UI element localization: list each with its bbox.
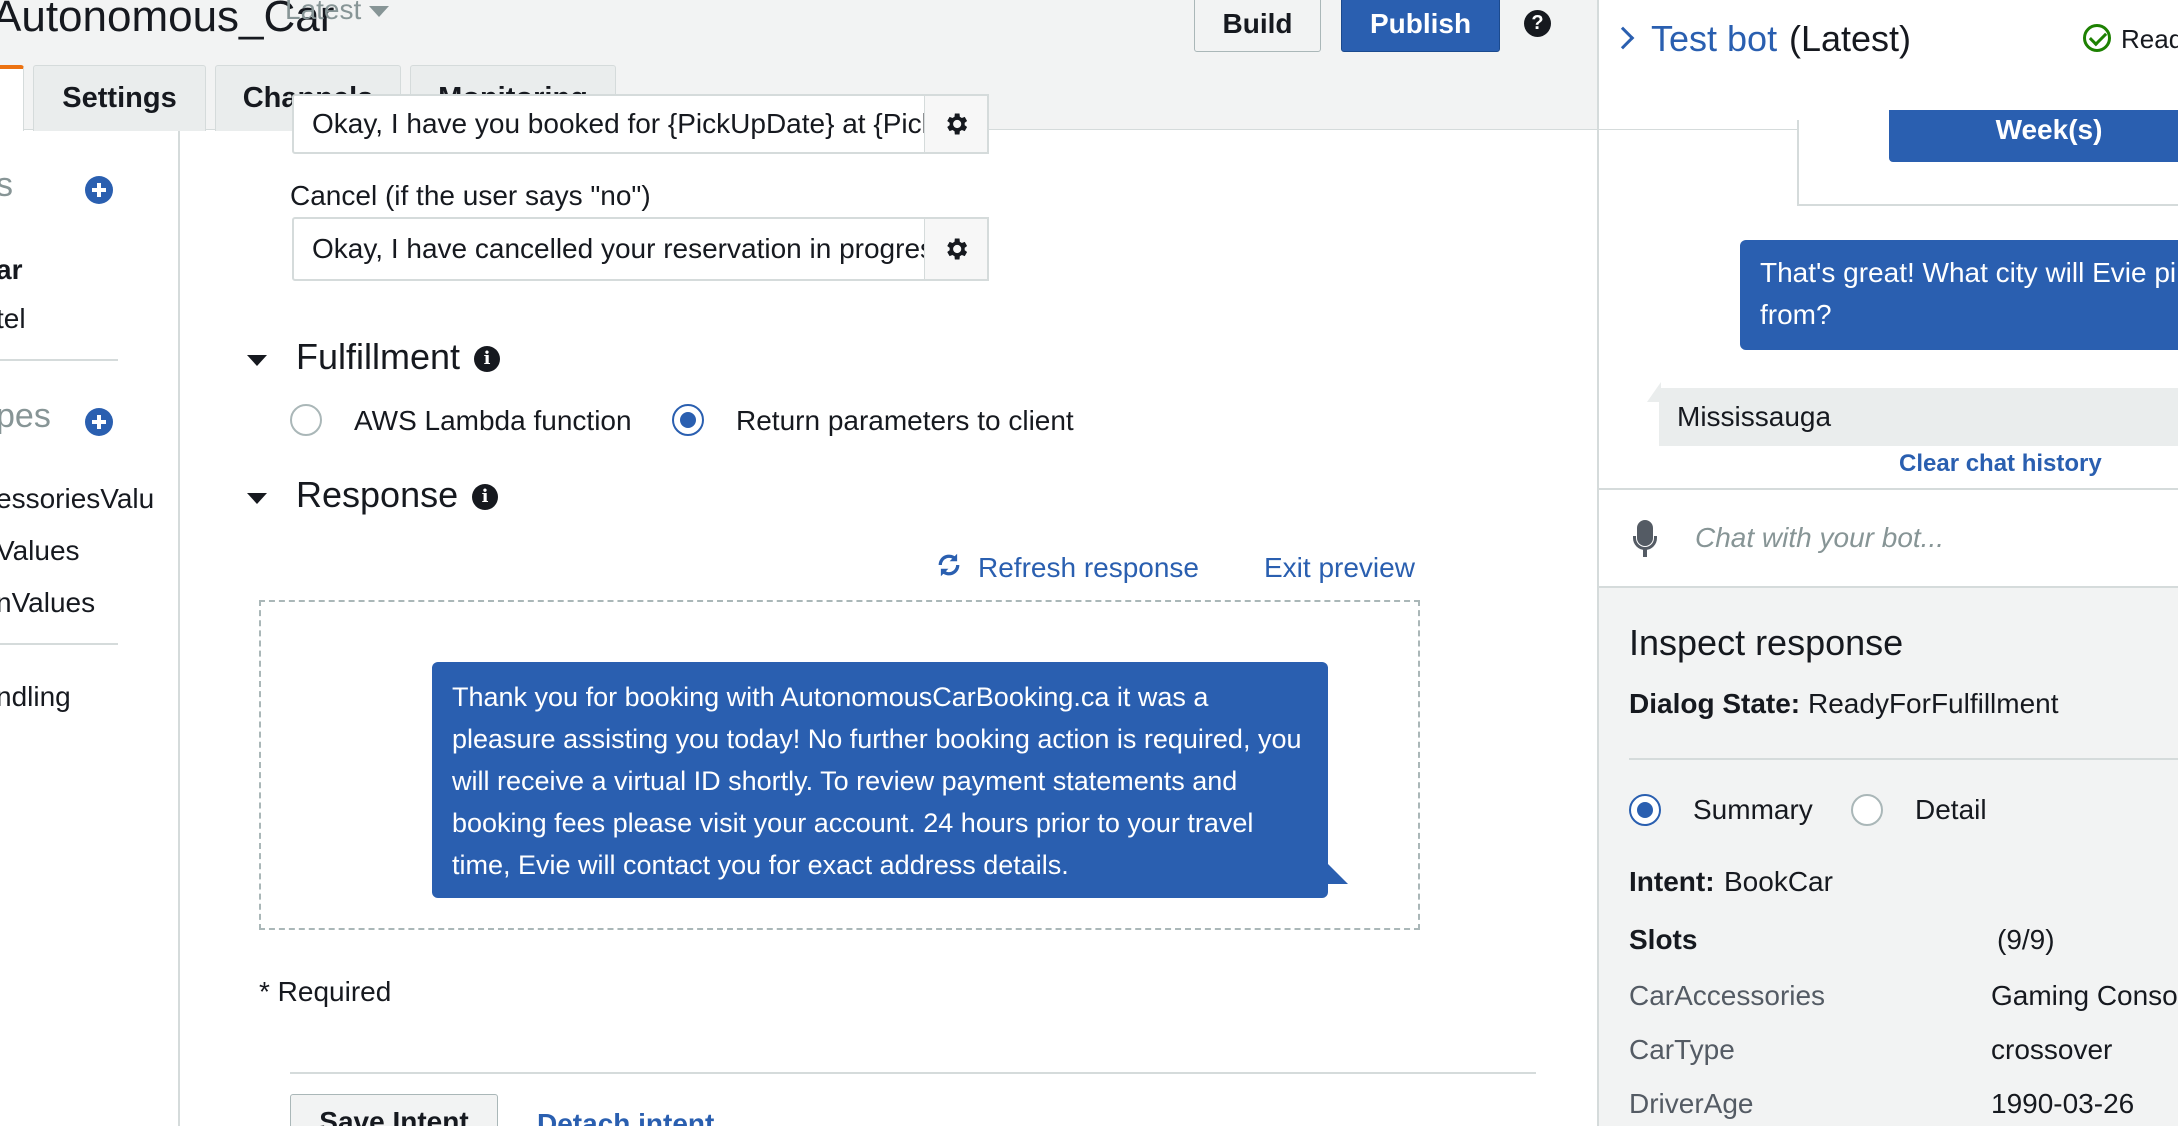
test-bot-title[interactable]: Test bot	[1651, 18, 1777, 60]
card-option-button[interactable]: Week(s)	[1889, 110, 2178, 162]
info-icon[interactable]: i	[472, 484, 498, 510]
build-button[interactable]: Build	[1194, 0, 1321, 52]
slot-name: CarAccessories	[1629, 980, 1826, 1011]
clear-chat-history-link[interactable]: Clear chat history	[1899, 450, 2102, 478]
footer-divider	[290, 1072, 1536, 1074]
intent-label: Intent:	[1629, 866, 1715, 897]
slot-name: DriverAge	[1629, 1088, 1754, 1119]
gear-icon	[947, 238, 968, 260]
confirm-prompt-input[interactable]: Okay, I have you booked for {PickUpDate}…	[292, 94, 926, 154]
user-message-bubble: Mississauga	[1659, 388, 2178, 446]
bubble-tail	[1326, 862, 1348, 884]
test-bot-version: (Latest)	[1789, 18, 1912, 59]
dialog-state-value: ReadyForFulfillment	[1808, 688, 2059, 719]
summary-radio[interactable]	[1629, 794, 1661, 826]
cancel-settings-button[interactable]	[925, 217, 989, 281]
microphone-icon	[1633, 536, 1657, 550]
fulfillment-heading: Fulfillment	[296, 336, 461, 377]
slot-value: crossover	[1991, 1034, 2113, 1065]
detail-label: Detail	[1915, 794, 1987, 825]
left-sidebar: s ar tel pes essoriesValu Values nValues…	[0, 131, 180, 1126]
build-status: Read	[2121, 24, 2178, 54]
help-icon[interactable]: ?	[1524, 10, 1551, 37]
response-message-bubble: Thank you for booking with AutonomousCar…	[432, 662, 1328, 898]
publish-button[interactable]: Publish	[1341, 0, 1500, 52]
slot-value: 1990-03-26	[1991, 1088, 2135, 1119]
intent-value: BookCar	[1724, 866, 1833, 897]
sidebar-divider	[0, 359, 118, 361]
version-dropdown[interactable]: Latest	[285, 0, 390, 26]
save-intent-button[interactable]: Save Intent	[290, 1094, 498, 1126]
bot-message-bubble: That's great! What city will Evie pi fro…	[1740, 240, 2178, 350]
chat-divider	[1599, 488, 2178, 490]
microphone-icon	[1643, 549, 1647, 557]
collapse-fulfillment-icon[interactable]	[247, 355, 267, 366]
inspect-divider	[1629, 758, 2178, 760]
cancel-prompt-input[interactable]: Okay, I have cancelled your reservation …	[292, 217, 926, 281]
sidebar-item-slot-type[interactable]: Values	[0, 535, 80, 567]
lambda-option-label: AWS Lambda function	[354, 405, 632, 436]
sidebar-item-error-handling[interactable]: ndling	[0, 681, 71, 713]
sidebar-item-bookcar[interactable]: ar	[0, 254, 22, 286]
lambda-radio[interactable]	[290, 404, 322, 436]
slots-label: Slots	[1629, 924, 1698, 955]
dialog-state-label: Dialog State:	[1629, 688, 1801, 719]
info-icon[interactable]: i	[474, 346, 500, 372]
slot-types-heading: pes	[0, 397, 51, 435]
add-slot-type-icon[interactable]	[85, 408, 113, 436]
required-note: * Required	[259, 976, 392, 1007]
add-intent-icon[interactable]	[85, 176, 113, 204]
check-circle-icon	[2083, 24, 2111, 52]
summary-label: Summary	[1693, 794, 1813, 825]
sidebar-item-bookhotel[interactable]: tel	[0, 303, 26, 335]
tab-editor[interactable]	[0, 65, 24, 131]
inspect-response-section: Inspect response Dialog State: ReadyForF…	[1599, 586, 2178, 1126]
chevron-right-icon[interactable]	[1611, 26, 1635, 50]
slots-count: (9/9)	[1997, 924, 2055, 955]
slot-name: CarType	[1629, 1034, 1735, 1065]
sidebar-item-slot-type[interactable]: nValues	[0, 587, 95, 619]
return-params-radio[interactable]	[672, 404, 704, 436]
tab-settings[interactable]: Settings	[33, 65, 206, 131]
sidebar-item-slot-type[interactable]: essoriesValu	[0, 483, 154, 515]
response-heading: Response	[296, 474, 459, 515]
refresh-icon[interactable]	[934, 550, 964, 580]
version-label: Latest	[285, 0, 362, 25]
caret-down-icon	[369, 6, 390, 18]
gear-icon	[947, 113, 968, 135]
collapse-response-icon[interactable]	[247, 493, 267, 504]
test-bot-panel: Test bot (Latest) Read Week(s) That's gr…	[1597, 0, 2178, 1126]
confirm-settings-button[interactable]	[925, 94, 989, 154]
slot-value: Gaming Conso	[1991, 980, 2178, 1011]
exit-preview-link[interactable]: Exit preview	[1264, 552, 1415, 584]
detach-intent-link[interactable]: Detach intent	[537, 1108, 714, 1126]
inspect-heading: Inspect response	[1629, 622, 1904, 663]
sidebar-divider	[0, 643, 118, 645]
intents-heading: s	[0, 166, 13, 204]
chat-input[interactable]: Chat with your bot...	[1695, 522, 1944, 554]
detail-radio[interactable]	[1851, 794, 1883, 826]
refresh-response-link[interactable]: Refresh response	[978, 552, 1199, 584]
cancel-label: Cancel (if the user says "no")	[290, 180, 651, 211]
return-params-label: Return parameters to client	[736, 405, 1074, 436]
